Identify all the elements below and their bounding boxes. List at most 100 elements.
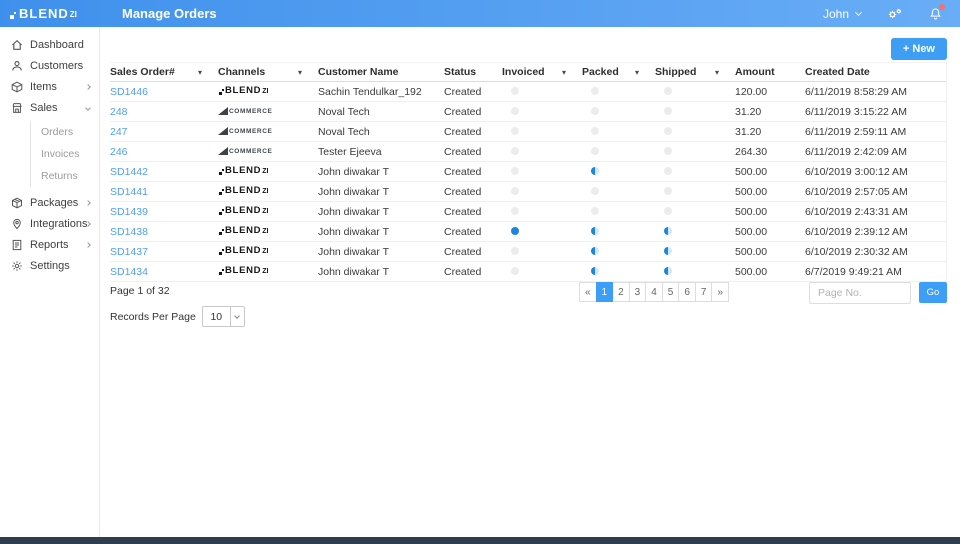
app-logo[interactable]: BLEND ZI [0,7,112,20]
sales-order-cell: 246 [110,146,218,158]
order-link[interactable]: SD1441 [110,186,148,198]
customer-name-cell: Sachin Tendulkar_192 [318,85,422,98]
packed-cell [582,246,655,258]
order-link[interactable]: 248 [110,106,128,118]
bigcommerce-logo-mark-icon [218,126,228,135]
sort-caret-icon[interactable]: ▾ [715,68,719,77]
amount-cell: 500.00 [735,185,768,198]
sidebar-item-label: Reports [30,238,69,251]
table-body: SD1446 BLEND ZI COMMERCE Sachin Tendulka… [110,82,946,282]
created-date-cell: 6/11/2019 8:58:29 AM [805,85,907,98]
column-header-channels[interactable]: Channels ▾ [218,66,318,78]
invoiced-cell [502,146,582,158]
order-link[interactable]: SD1434 [110,266,148,278]
packed-status-dot [591,126,599,135]
table-row[interactable]: SD1446 BLEND ZI COMMERCE Sachin Tendulka… [110,82,946,102]
column-header-invoiced[interactable]: Invoiced ▾ [502,66,582,78]
channel-cell: BLEND ZI COMMERCE [218,245,318,258]
customer-name-cell: Noval Tech [318,105,370,118]
order-link[interactable]: SD1446 [110,86,148,98]
table-row[interactable]: SD1434 BLEND ZI COMMERCE John diwakar T … [110,262,946,282]
column-header-shipped[interactable]: Shipped ▾ [655,66,735,78]
admin-gears-button[interactable] [887,7,903,21]
sidebar-item-customers[interactable]: Customers [0,55,99,76]
sales-order-cell: SD1442 [110,166,218,178]
table-row[interactable]: 248 BLEND ZI COMMERCE Noval Tech Created… [110,102,946,122]
column-header-status: Status [444,66,477,78]
order-link[interactable]: SD1439 [110,206,148,218]
table-row[interactable]: 247 BLEND ZI COMMERCE Noval Tech Created… [110,122,946,142]
order-link[interactable]: SD1442 [110,166,148,178]
status-cell: Created [444,105,482,118]
pager-prev-button[interactable]: « [578,282,597,302]
sidebar-item-label: Sales [30,101,58,114]
sidebar-item-items[interactable]: Items [0,76,99,97]
notifications-button[interactable] [929,3,945,21]
column-header-sales-order[interactable]: Sales Order# ▾ [110,66,218,78]
packed-cell [582,126,655,138]
blendzi-logo-mark-icon [218,86,224,95]
user-name: John [822,6,849,21]
sort-caret-icon[interactable]: ▾ [562,68,566,77]
blendzi-logo-mark-icon [218,166,224,175]
channel-cell: BLEND ZI COMMERCE [218,205,318,218]
channel-cell: BLEND ZI COMMERCE [218,106,318,118]
sidebar-item-sales[interactable]: Sales [0,97,99,118]
order-link[interactable]: SD1437 [110,246,148,258]
sidebar-item-packages[interactable]: Packages [0,192,99,213]
records-per-page-select[interactable]: 10 [201,306,245,327]
pager-page-button[interactable]: 7 [694,282,713,302]
go-button[interactable]: Go [919,282,947,303]
sales-order-cell: 248 [110,106,218,118]
user-menu[interactable]: John [822,6,863,21]
pager-page-button[interactable]: 2 [612,282,630,302]
records-per-page-label: Records Per Page [110,310,196,323]
sales-order-cell: SD1438 [110,226,218,238]
logo-suffix-text: ZI [69,10,77,19]
sidebar-item-dashboard[interactable]: Dashboard [0,34,99,55]
packed-status-dot [591,86,599,95]
sidebar-subitem-orders[interactable]: Orders [31,121,99,143]
packed-status-dot [591,186,599,195]
shipped-status-dot [664,266,672,275]
pager-next-button[interactable]: » [711,282,729,302]
table-row[interactable]: SD1441 BLEND ZI COMMERCE John diwakar T … [110,182,946,202]
bigcommerce-channel-logo: COMMERCE [218,126,272,135]
chevron-down-icon [854,8,863,16]
sidebar-subitem-invoices[interactable]: Invoices [31,143,99,165]
table-row[interactable]: 246 BLEND ZI COMMERCE Tester Ejeeva Crea… [110,142,946,162]
table-row[interactable]: SD1437 BLEND ZI COMMERCE John diwakar T … [110,242,946,262]
table-row[interactable]: SD1442 BLEND ZI COMMERCE John diwakar T … [110,162,946,182]
order-link[interactable]: 246 [110,146,128,158]
blendzi-channel-logo: BLEND ZI [218,205,268,216]
sidebar-item-integrations[interactable]: Integrations [0,213,99,234]
packed-status-dot [591,166,599,175]
pager-page-button[interactable]: 3 [628,282,647,302]
sidebar-item-label: Integrations [30,217,88,230]
order-link[interactable]: 247 [110,126,128,138]
sort-caret-icon[interactable]: ▾ [298,68,302,77]
notification-badge [939,3,945,10]
shipped-cell [655,126,735,138]
pager-page-button[interactable]: 6 [678,282,696,302]
order-link[interactable]: SD1438 [110,226,148,238]
channel-cell: BLEND ZI COMMERCE [218,265,318,278]
pager-page-button[interactable]: 4 [645,282,663,302]
created-date-cell: 6/11/2019 2:59:11 AM [805,125,907,138]
packed-cell [582,266,655,278]
table-row[interactable]: SD1438 BLEND ZI COMMERCE John diwakar T … [110,222,946,242]
amount-cell: 500.00 [735,225,768,238]
pager-page-button[interactable]: 5 [661,282,680,302]
invoiced-cell [502,226,582,238]
column-header-packed[interactable]: Packed ▾ [582,66,655,78]
pager-page-button[interactable]: 1 [595,282,614,302]
new-order-button[interactable]: + New [890,38,947,60]
sidebar-item-reports[interactable]: Reports [0,234,99,255]
page-number-input[interactable] [809,282,911,304]
table-row[interactable]: SD1439 BLEND ZI COMMERCE John diwakar T … [110,202,946,222]
sidebar-item-settings[interactable]: Settings [0,255,99,276]
sort-caret-icon[interactable]: ▾ [635,68,639,77]
amount-cell: 120.00 [735,85,768,98]
sidebar-subitem-returns[interactable]: Returns [31,165,99,187]
sort-caret-icon[interactable]: ▾ [198,68,202,77]
